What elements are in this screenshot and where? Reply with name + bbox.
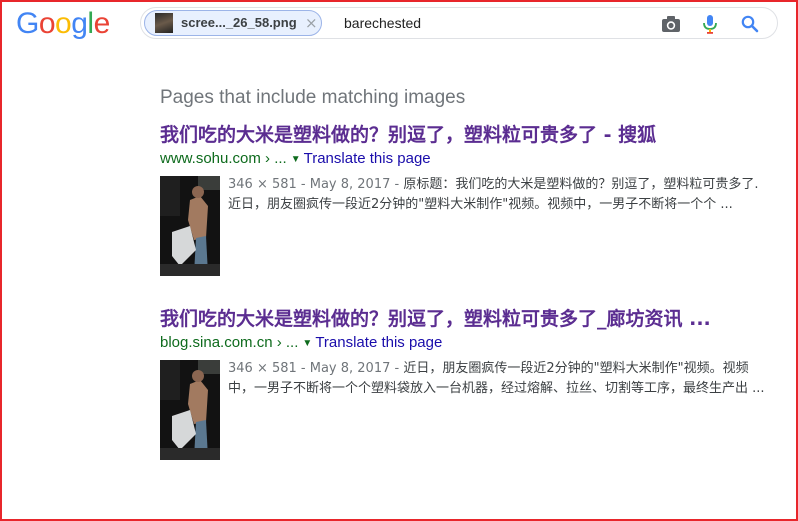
logo-letter-g2: g [71,7,88,40]
result-body: 346 × 581 - May 8, 2017 - 原标题：我们吃的大米是塑料做… [160,176,770,278]
image-query-chip[interactable]: scree..._26_58.png × [144,10,322,36]
image-query-filename: scree..._26_58.png [181,15,297,30]
result-title-link[interactable]: 我们吃的大米是塑料做的？别逗了，塑料粒可贵多了_廊坊资讯 ... [160,306,770,332]
result-url[interactable]: www.sohu.com › ... [160,150,287,167]
section-title: Pages that include matching images [160,87,466,108]
logo-letter-g: G [16,7,39,40]
result-url[interactable]: blog.sina.com.cn › ... [160,334,298,351]
result-meta: 346 × 581 - May 8, 2017 - [228,361,400,376]
logo-letter-o1: o [38,7,56,40]
result-item: 我们吃的大米是塑料做的？别逗了，塑料粒可贵多了 - 搜狐 www.sohu.co… [160,122,770,278]
camera-icon[interactable] [660,13,682,35]
result-meta: 346 × 581 - May 8, 2017 - [228,177,400,192]
search-icon[interactable] [739,13,761,35]
search-input[interactable]: barechested [344,15,421,31]
translate-link[interactable]: Translate this page [304,150,431,167]
result-url-line: blog.sina.com.cn › ... ▼ Translate this pa… [160,334,770,354]
result-url-line: www.sohu.com › ... ▼ Translate this page [160,150,770,170]
result-body: 346 × 581 - May 8, 2017 - 近日，朋友圈疯传一段近2分钟… [160,360,770,462]
logo-letter-o2: o [55,7,72,40]
result-snippet: 346 × 581 - May 8, 2017 - 近日，朋友圈疯传一段近2分钟… [228,359,768,399]
result-thumbnail[interactable] [160,360,220,460]
search-box[interactable]: scree..._26_58.png × barechested [140,7,778,39]
translate-link[interactable]: Translate this page [315,334,442,351]
logo-letter-e: e [93,7,111,40]
caret-down-icon[interactable]: ▼ [302,338,312,349]
close-icon[interactable]: × [305,14,318,32]
result-thumbnail[interactable] [160,176,220,276]
search-header: Google scree..._26_58.png × barechested [0,0,798,50]
result-item: 我们吃的大米是塑料做的？别逗了，塑料粒可贵多了_廊坊资讯 ... blog.si… [160,306,770,462]
result-title-link[interactable]: 我们吃的大米是塑料做的？别逗了，塑料粒可贵多了 - 搜狐 [160,122,770,148]
google-logo[interactable]: Google [16,4,110,44]
result-snippet: 346 × 581 - May 8, 2017 - 原标题：我们吃的大米是塑料做… [228,175,768,215]
microphone-icon[interactable] [699,13,721,35]
image-query-thumbnail [155,13,173,33]
caret-down-icon[interactable]: ▼ [291,154,301,165]
